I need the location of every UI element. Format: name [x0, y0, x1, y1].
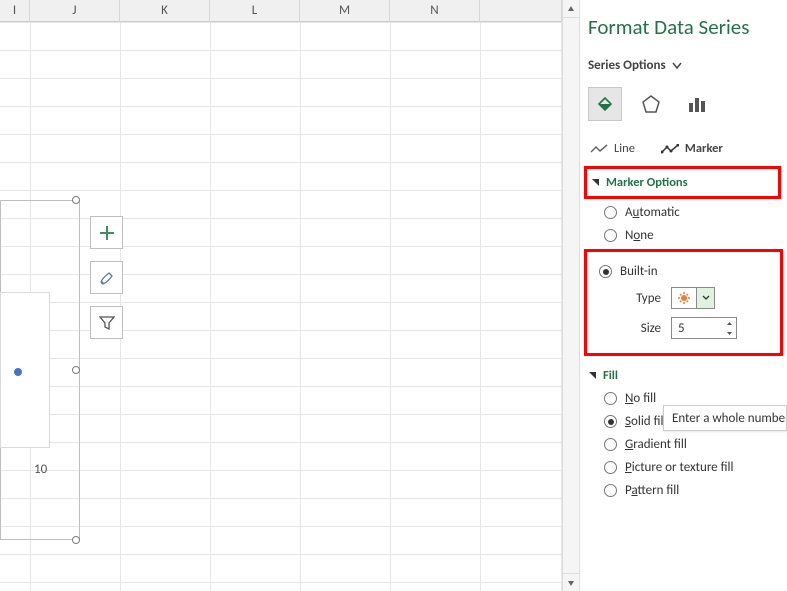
chart-handle[interactable]: [72, 196, 80, 204]
line-tab[interactable]: Line: [590, 141, 635, 156]
fill-no-fill-label: No fill: [625, 391, 656, 406]
col-header-L[interactable]: L: [210, 0, 300, 22]
radio-icon: [604, 461, 617, 474]
vertical-scrollbar[interactable]: [562, 0, 580, 591]
col-header-K[interactable]: K: [120, 0, 210, 22]
chart-handle[interactable]: [72, 536, 80, 544]
size-tooltip: Enter a whole number: [663, 405, 787, 431]
scroll-down-button[interactable]: [563, 573, 579, 591]
marker-builtin-option[interactable]: Built-in: [593, 260, 774, 283]
funnel-icon: [99, 315, 115, 331]
radio-icon: [604, 392, 617, 405]
chevron-up-icon: [726, 321, 733, 326]
radio-icon-checked: [604, 415, 617, 428]
marker-builtin-label: Built-in: [620, 264, 658, 279]
chart-plot-area[interactable]: [0, 292, 50, 448]
fill-picture-texture-label: Picture or texture fill: [625, 460, 733, 475]
marker-size-input[interactable]: 5: [671, 317, 737, 339]
fill-title: Fill: [603, 368, 618, 383]
marker-type-preview: [672, 288, 696, 308]
radio-icon: [604, 229, 617, 242]
marker-none-option[interactable]: None: [586, 224, 787, 247]
series-options-dropdown[interactable]: Series Options: [588, 58, 787, 73]
chevron-down-icon: [726, 331, 733, 336]
chart-data-point: [14, 368, 22, 376]
marker-size-value: 5: [678, 321, 685, 336]
radio-icon: [604, 484, 617, 497]
chart-axis-tick-label: 10: [34, 462, 47, 477]
paintbrush-icon: [99, 270, 115, 286]
size-increment-button[interactable]: [722, 318, 736, 328]
col-header-N[interactable]: N: [390, 0, 480, 22]
radio-icon: [604, 206, 617, 219]
chevron-down-icon: [672, 62, 682, 70]
series-options-label: Series Options: [588, 58, 666, 73]
fill-solid-fill-label: Solid fill: [625, 414, 666, 429]
marker-type-dropdown-arrow[interactable]: [696, 288, 714, 308]
sunburst-marker-icon: [678, 292, 690, 304]
marker-options-title: Marker Options: [606, 175, 688, 190]
spreadsheet: I J K L M N: [0, 0, 562, 591]
radio-icon-checked: [599, 265, 612, 278]
plus-icon: [99, 225, 115, 241]
marker-automatic-label: Automatic: [625, 205, 680, 220]
marker-tab[interactable]: Marker: [661, 141, 723, 156]
fill-gradient-fill-option[interactable]: Gradient fill: [586, 433, 787, 456]
line-tab-label: Line: [614, 141, 635, 156]
col-header-M[interactable]: M: [300, 0, 390, 22]
fill-section-header[interactable]: Fill: [586, 364, 787, 387]
col-header-I[interactable]: I: [0, 0, 30, 22]
marker-tab-label: Marker: [685, 141, 723, 156]
chart-filters-button[interactable]: [90, 306, 123, 339]
column-headers-row: I J K L M N: [0, 0, 562, 22]
series-options-tab-icon[interactable]: [680, 87, 714, 121]
marker-size-label: Size: [623, 321, 661, 336]
collapse-triangle-icon: [588, 371, 597, 380]
zigzag-marker-icon: [661, 144, 679, 154]
pentagon-icon: [641, 94, 661, 114]
grid[interactable]: [0, 22, 562, 591]
fill-and-line-tab-icon[interactable]: [588, 87, 622, 121]
collapse-triangle-icon: [591, 178, 600, 187]
marker-none-label: None: [625, 228, 654, 243]
chart-handle[interactable]: [72, 366, 80, 374]
marker-automatic-option[interactable]: Automatic: [586, 201, 787, 224]
chart-elements-button[interactable]: [90, 216, 123, 249]
chevron-down-icon: [702, 295, 710, 301]
scroll-up-button[interactable]: [563, 0, 579, 18]
fill-pattern-fill-option[interactable]: Pattern fill: [586, 479, 787, 502]
fill-picture-texture-option[interactable]: Picture or texture fill: [586, 456, 787, 479]
effects-tab-icon[interactable]: [634, 87, 668, 121]
fill-pattern-fill-label: Pattern fill: [625, 483, 679, 498]
radio-icon: [604, 438, 617, 451]
chart-styles-button[interactable]: [90, 261, 123, 294]
size-decrement-button[interactable]: [722, 328, 736, 338]
marker-type-label: Type: [623, 291, 661, 306]
bar-chart-icon: [687, 94, 707, 114]
marker-options-section-header[interactable]: Marker Options: [589, 171, 776, 194]
fill-gradient-fill-label: Gradient fill: [625, 437, 687, 452]
col-header-J[interactable]: J: [30, 0, 120, 22]
format-data-series-pane: Format Data Series Series Options: [580, 0, 787, 591]
marker-type-dropdown[interactable]: [671, 287, 715, 309]
zigzag-line-icon: [590, 144, 608, 154]
paint-bucket-icon: [595, 94, 615, 114]
pane-title: Format Data Series: [588, 14, 787, 40]
